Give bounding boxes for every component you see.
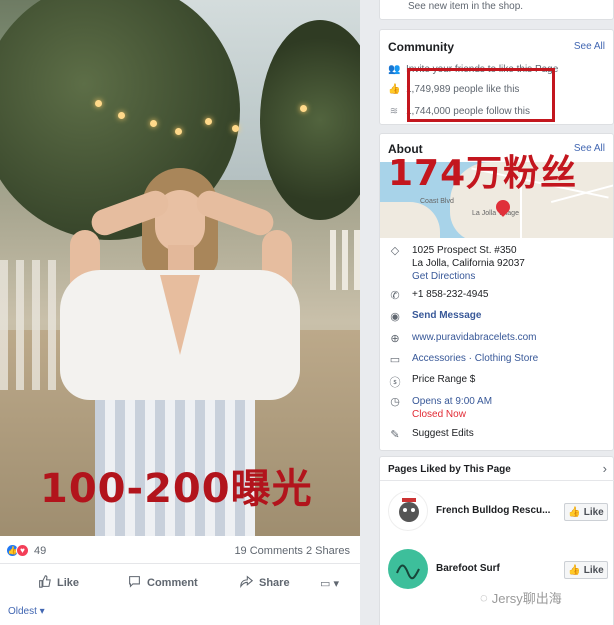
suggest-edits-row: ✎ Suggest Edits	[388, 428, 474, 441]
messenger-icon: ◉	[390, 311, 400, 323]
message-row: ◉ Send Message	[388, 310, 481, 323]
like-page-button[interactable]: 👍 Like	[564, 503, 608, 521]
closed-now-status: Closed Now	[412, 409, 466, 420]
website-link[interactable]: www.puravidabracelets.com	[412, 332, 537, 345]
comment-button[interactable]: Comment	[128, 575, 198, 591]
thumbs-up-icon	[38, 575, 51, 591]
map-label-village: La Jolla Village	[472, 210, 519, 217]
hours-row: ◷ Opens at 9:00 AM Closed Now	[388, 395, 492, 421]
location-diamond-icon: ◇	[390, 245, 400, 257]
wechat-watermark: ◌ Jersy聊出海	[480, 590, 562, 606]
price-row: ⓢ Price Range $	[389, 374, 476, 389]
send-message-link[interactable]: Send Message	[412, 310, 481, 323]
like-button[interactable]: Like	[38, 575, 79, 591]
phone-icon: ✆	[390, 290, 400, 302]
map-label-road: Coast Blvd	[420, 198, 454, 205]
address-row: ◇ 1025 Prospect St. #350 La Jolla, Calif…	[388, 244, 525, 283]
clock-icon: ◷	[390, 396, 400, 408]
tag-icon: ▭	[389, 354, 401, 366]
community-title: Community	[388, 40, 454, 54]
chevron-right-icon[interactable]: ›	[603, 461, 607, 476]
post-actions: Like Comment Share ▭ ▾	[0, 568, 360, 598]
about-see-all-link[interactable]: See All	[574, 143, 605, 154]
love-reaction-icon: ♥	[16, 544, 29, 557]
thumbs-up-icon: 👍	[568, 564, 581, 576]
reaction-count[interactable]: 49	[34, 545, 46, 557]
category-row: ▭ Accessories · Clothing Store	[388, 353, 538, 366]
right-column: See new item in the shop. Community See …	[369, 0, 614, 625]
comment-icon	[128, 575, 141, 591]
phone-number[interactable]: +1 858-232-4945	[412, 289, 488, 302]
community-card: Community See All 👥 Invite your friends …	[379, 29, 614, 125]
opening-hours[interactable]: Opens at 9:00 AM	[412, 395, 492, 408]
chevron-down-icon: ▭ ▾	[320, 577, 339, 590]
suggest-edits-link[interactable]: Suggest Edits	[412, 428, 474, 441]
comment-sort-dropdown[interactable]: Oldest ▾	[8, 606, 45, 617]
about-card: About See All La Jolla Village Coast Blv…	[379, 133, 614, 451]
rss-icon: ≋	[389, 106, 399, 117]
wechat-logo-icon: ◌	[480, 590, 488, 605]
post-photo[interactable]: 100-200曝光	[0, 0, 360, 536]
community-see-all-link[interactable]: See All	[574, 41, 605, 52]
pages-liked-title: Pages Liked by This Page	[388, 464, 511, 475]
website-row: ⊕ www.puravidabracelets.com	[388, 332, 537, 345]
post-card: 100-200曝光 👍 ♥ 49 19 Comments 2 Shares Li…	[0, 0, 360, 625]
share-arrow-icon	[240, 575, 254, 591]
liked-page-item[interactable]: Barefoot Surf 👍 Like	[388, 549, 608, 589]
page-root: 100-200曝光 👍 ♥ 49 19 Comments 2 Shares Li…	[0, 0, 614, 625]
shop-card: See new item in the shop.	[379, 0, 614, 20]
price-icon: ⓢ	[389, 377, 401, 389]
category-link[interactable]: Accessories · Clothing Store	[412, 353, 538, 366]
page-avatar	[388, 549, 428, 589]
reaction-icons[interactable]: 👍 ♥	[6, 544, 29, 557]
reactions-bar: 👍 ♥ 49 19 Comments 2 Shares	[0, 536, 360, 564]
thumbs-up-icon: 👍	[388, 84, 401, 95]
people-icon: 👥	[388, 64, 401, 75]
pencil-icon: ✎	[390, 429, 400, 441]
share-button[interactable]: Share	[240, 575, 290, 591]
follower-annotation-caption: 174万粉丝	[388, 153, 578, 194]
liked-page-item[interactable]: French Bulldog Rescu... 👍 Like	[388, 491, 608, 531]
annotation-highlight-box	[407, 68, 555, 122]
globe-icon: ⊕	[390, 333, 400, 345]
audience-dropdown[interactable]: ▭ ▾	[320, 577, 339, 590]
like-page-button[interactable]: 👍 Like	[564, 561, 608, 579]
get-directions-link[interactable]: Get Directions	[412, 270, 525, 283]
see-new-item-link[interactable]: See new item in the shop.	[408, 1, 523, 12]
phone-row: ✆ +1 858-232-4945	[388, 289, 488, 302]
thumbs-up-icon: 👍	[568, 506, 581, 518]
page-avatar	[388, 491, 428, 531]
comments-shares-count[interactable]: 19 Comments 2 Shares	[234, 545, 350, 557]
photo-overlay-caption: 100-200曝光	[40, 466, 313, 512]
